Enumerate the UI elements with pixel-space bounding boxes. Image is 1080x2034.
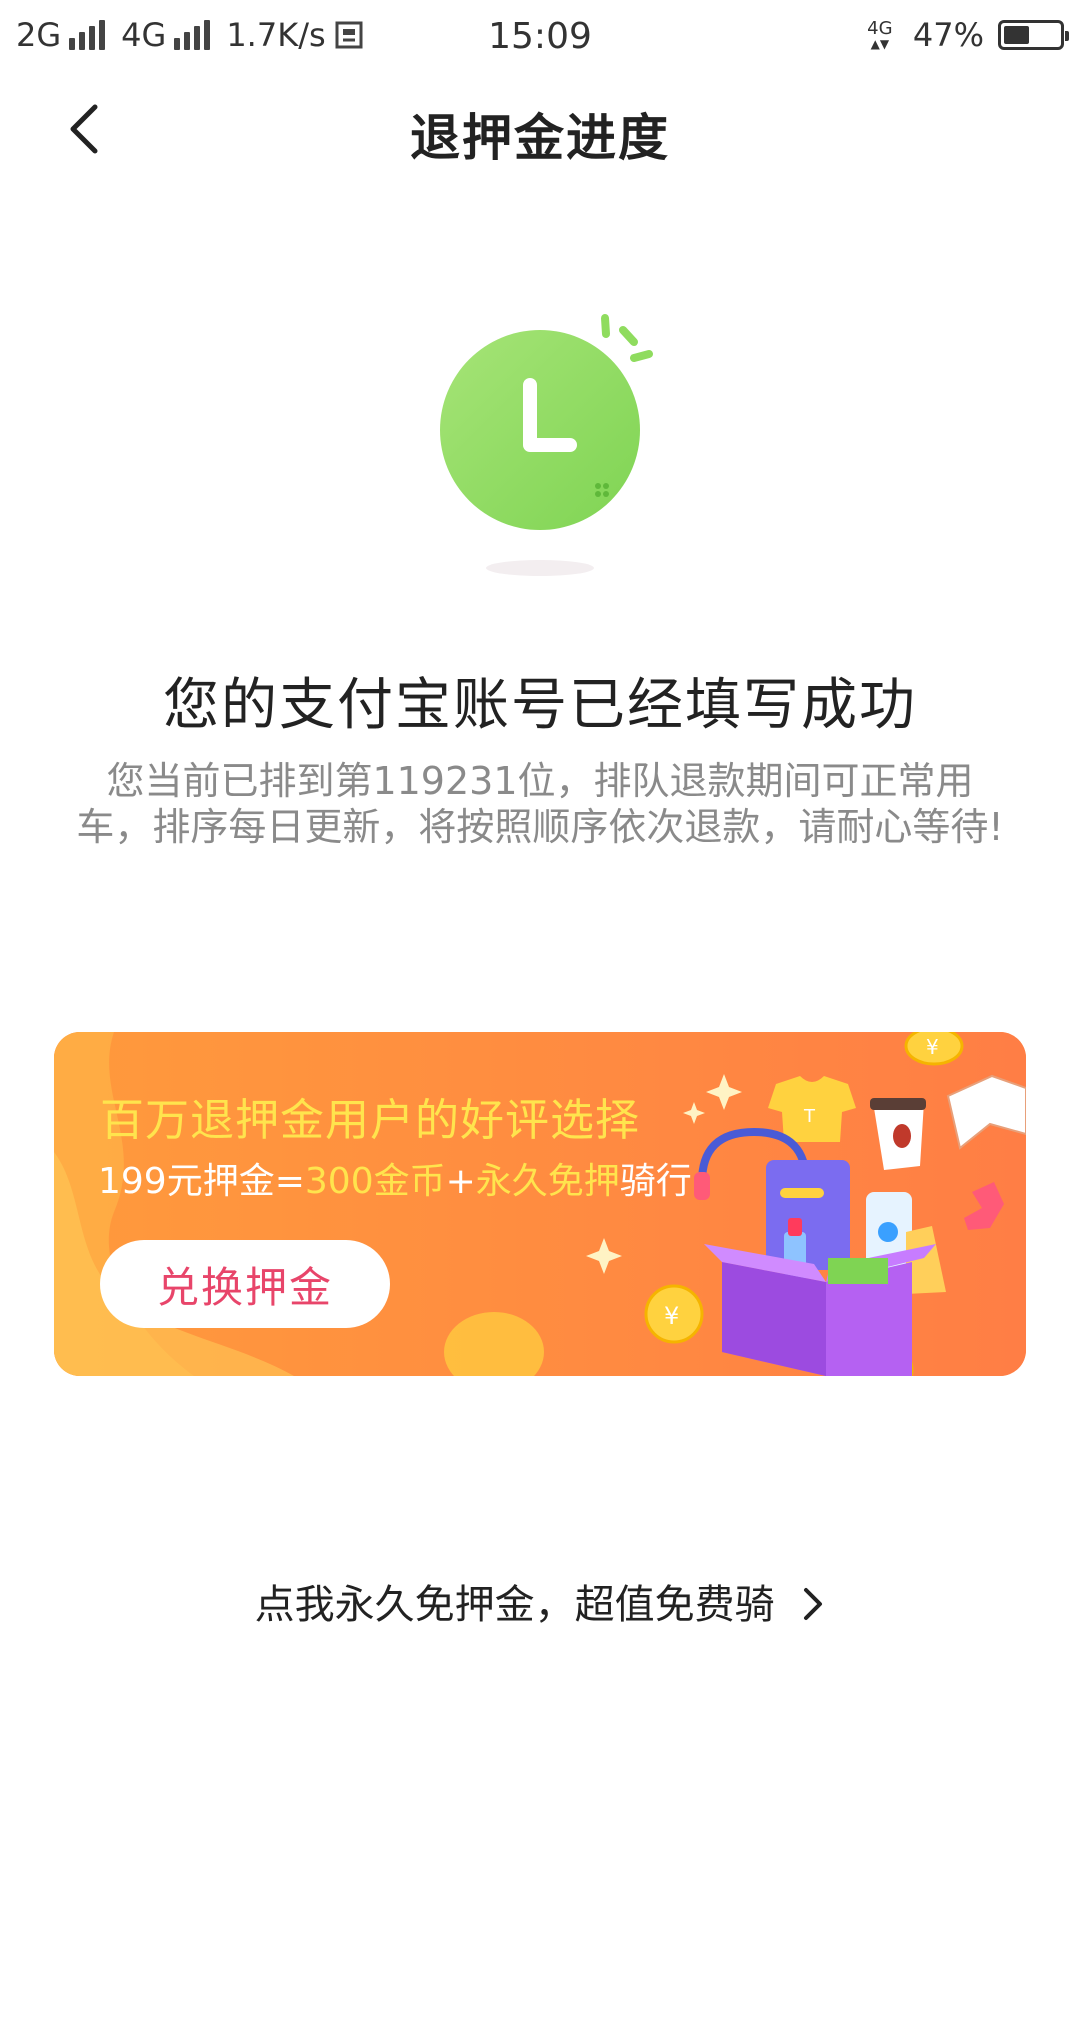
promo-banner[interactable]: 百万退押金用户的好评选择 199元押金=300金币+永久免押骑行 兑换押金 ¥ … xyxy=(54,1032,1026,1376)
sparkle-icon xyxy=(683,1102,705,1124)
svg-text:¥: ¥ xyxy=(664,1302,679,1330)
network-badge: 4G xyxy=(867,18,893,39)
network-4g-icon: 4G ▲▼ xyxy=(861,18,899,51)
free-deposit-link[interactable]: 点我永久免押金，超值免费骑 xyxy=(0,1572,1080,1630)
free-deposit-link-label: 点我永久免押金，超值免费骑 xyxy=(254,1582,775,1628)
status-bar: 2G 4G 1.7K/s 15:09 4G ▲▼ 47% xyxy=(0,0,1080,74)
sock-icon xyxy=(964,1182,1004,1230)
clock-illustration xyxy=(420,300,680,590)
battery-fill xyxy=(1004,26,1030,44)
chevron-right-icon xyxy=(804,1588,823,1620)
bag-icon xyxy=(766,1160,850,1270)
book-icon xyxy=(946,1074,1026,1150)
status-right: 4G ▲▼ 47% xyxy=(861,16,1069,54)
page-title: 退押金进度 xyxy=(410,109,670,167)
svg-text:¥: ¥ xyxy=(926,1035,939,1059)
success-title: 您的支付宝账号已经填写成功 xyxy=(163,673,917,738)
clock-icon xyxy=(440,314,653,576)
svg-text:T: T xyxy=(803,1106,816,1127)
gift-box-illustration: ¥ ¥ T xyxy=(586,1032,1026,1376)
battery-percent: 47% xyxy=(912,16,984,54)
sparkle-icon xyxy=(706,1074,742,1110)
battery-icon xyxy=(998,20,1069,50)
queue-info-text: 您当前已排到第119231位，排队退款期间可正常用车，排序每日更新，将按照顺序依… xyxy=(76,759,1004,849)
nav-bar: 退押金进度 xyxy=(0,74,1080,186)
sparkle-icon xyxy=(586,1238,622,1274)
